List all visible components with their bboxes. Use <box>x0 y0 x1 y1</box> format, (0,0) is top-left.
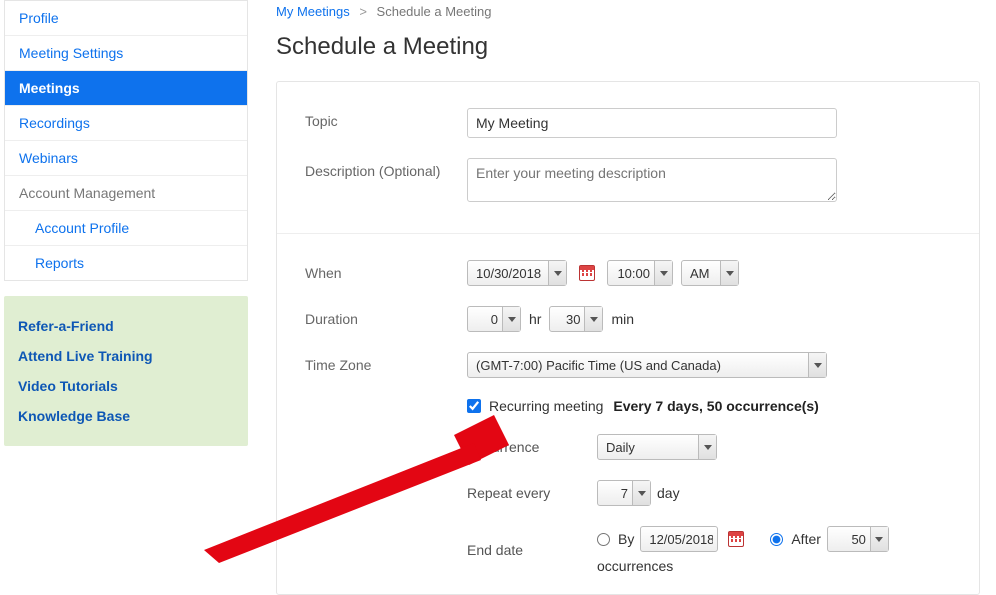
timezone-select[interactable]: (GMT-7:00) Pacific Time (US and Canada) <box>467 352 827 378</box>
recurring-checkbox[interactable] <box>467 399 481 413</box>
end-by-date-input[interactable] <box>641 527 717 551</box>
end-after-input[interactable] <box>828 527 870 551</box>
recurring-summary: Every 7 days, 50 occurrence(s) <box>613 398 818 414</box>
sidebar-item-meetings[interactable]: Meetings <box>5 71 247 106</box>
sidebar-item-reports[interactable]: Reports <box>5 246 247 280</box>
sidebar-item-meeting-settings[interactable]: Meeting Settings <box>5 36 247 71</box>
breadcrumb-current: Schedule a Meeting <box>377 4 492 19</box>
breadcrumb-sep: > <box>359 4 367 19</box>
label-end-date: End date <box>467 542 597 558</box>
main-content: My Meetings > Schedule a Meeting Schedul… <box>254 0 996 595</box>
duration-min-select[interactable] <box>549 306 603 332</box>
end-after-select[interactable] <box>827 526 889 552</box>
label-recurrence: Recurrence <box>467 439 597 455</box>
label-recurring: Recurring meeting <box>489 398 603 414</box>
sidebar-item-recordings[interactable]: Recordings <box>5 106 247 141</box>
label-duration: Duration <box>305 306 467 327</box>
when-time-input[interactable] <box>608 261 654 285</box>
label-occurrences: occurrences <box>597 558 673 574</box>
repeat-every-select[interactable] <box>597 480 651 506</box>
label-topic: Topic <box>305 108 467 129</box>
description-textarea[interactable] <box>467 158 837 202</box>
breadcrumb: My Meetings > Schedule a Meeting <box>276 0 980 33</box>
sidebar-nav: Profile Meeting Settings Meetings Record… <box>4 0 248 281</box>
label-after: After <box>791 531 821 547</box>
when-time-select[interactable] <box>607 260 673 286</box>
label-hr: hr <box>529 311 541 327</box>
promo-link-training[interactable]: Attend Live Training <box>18 348 234 364</box>
end-by-date-select[interactable] <box>640 526 718 552</box>
sidebar-item-profile[interactable]: Profile <box>5 1 247 36</box>
end-by-radio[interactable] <box>597 533 610 546</box>
label-by: By <box>618 531 634 547</box>
recurrence-select[interactable]: Daily <box>597 434 717 460</box>
when-date-select[interactable] <box>467 260 567 286</box>
label-repeat-every: Repeat every <box>467 485 597 501</box>
label-min: min <box>611 311 634 327</box>
duration-min-input[interactable] <box>550 307 584 331</box>
sidebar-item-account-management[interactable]: Account Management <box>5 176 247 211</box>
sidebar-item-webinars[interactable]: Webinars <box>5 141 247 176</box>
promo-link-tutorials[interactable]: Video Tutorials <box>18 378 234 394</box>
duration-hr-input[interactable] <box>468 307 502 331</box>
promo-link-kb[interactable]: Knowledge Base <box>18 408 234 424</box>
calendar-icon[interactable] <box>579 265 595 281</box>
promo-panel: Refer-a-Friend Attend Live Training Vide… <box>4 296 248 446</box>
label-timezone: Time Zone <box>305 352 467 373</box>
label-day: day <box>657 485 680 501</box>
end-after-radio[interactable] <box>770 533 783 546</box>
label-description: Description (Optional) <box>305 158 467 179</box>
duration-hr-select[interactable] <box>467 306 521 332</box>
when-date-input[interactable] <box>468 261 548 285</box>
schedule-form: Topic Description (Optional) When <box>276 81 980 595</box>
when-ampm-select[interactable]: AM <box>681 260 739 286</box>
topic-input[interactable] <box>467 108 837 138</box>
sidebar-item-account-profile[interactable]: Account Profile <box>5 211 247 246</box>
repeat-every-input[interactable] <box>598 481 632 505</box>
page-title: Schedule a Meeting <box>276 33 980 61</box>
calendar-icon[interactable] <box>728 531 744 547</box>
promo-link-refer[interactable]: Refer-a-Friend <box>18 318 234 334</box>
label-when: When <box>305 260 467 281</box>
breadcrumb-root[interactable]: My Meetings <box>276 4 350 19</box>
